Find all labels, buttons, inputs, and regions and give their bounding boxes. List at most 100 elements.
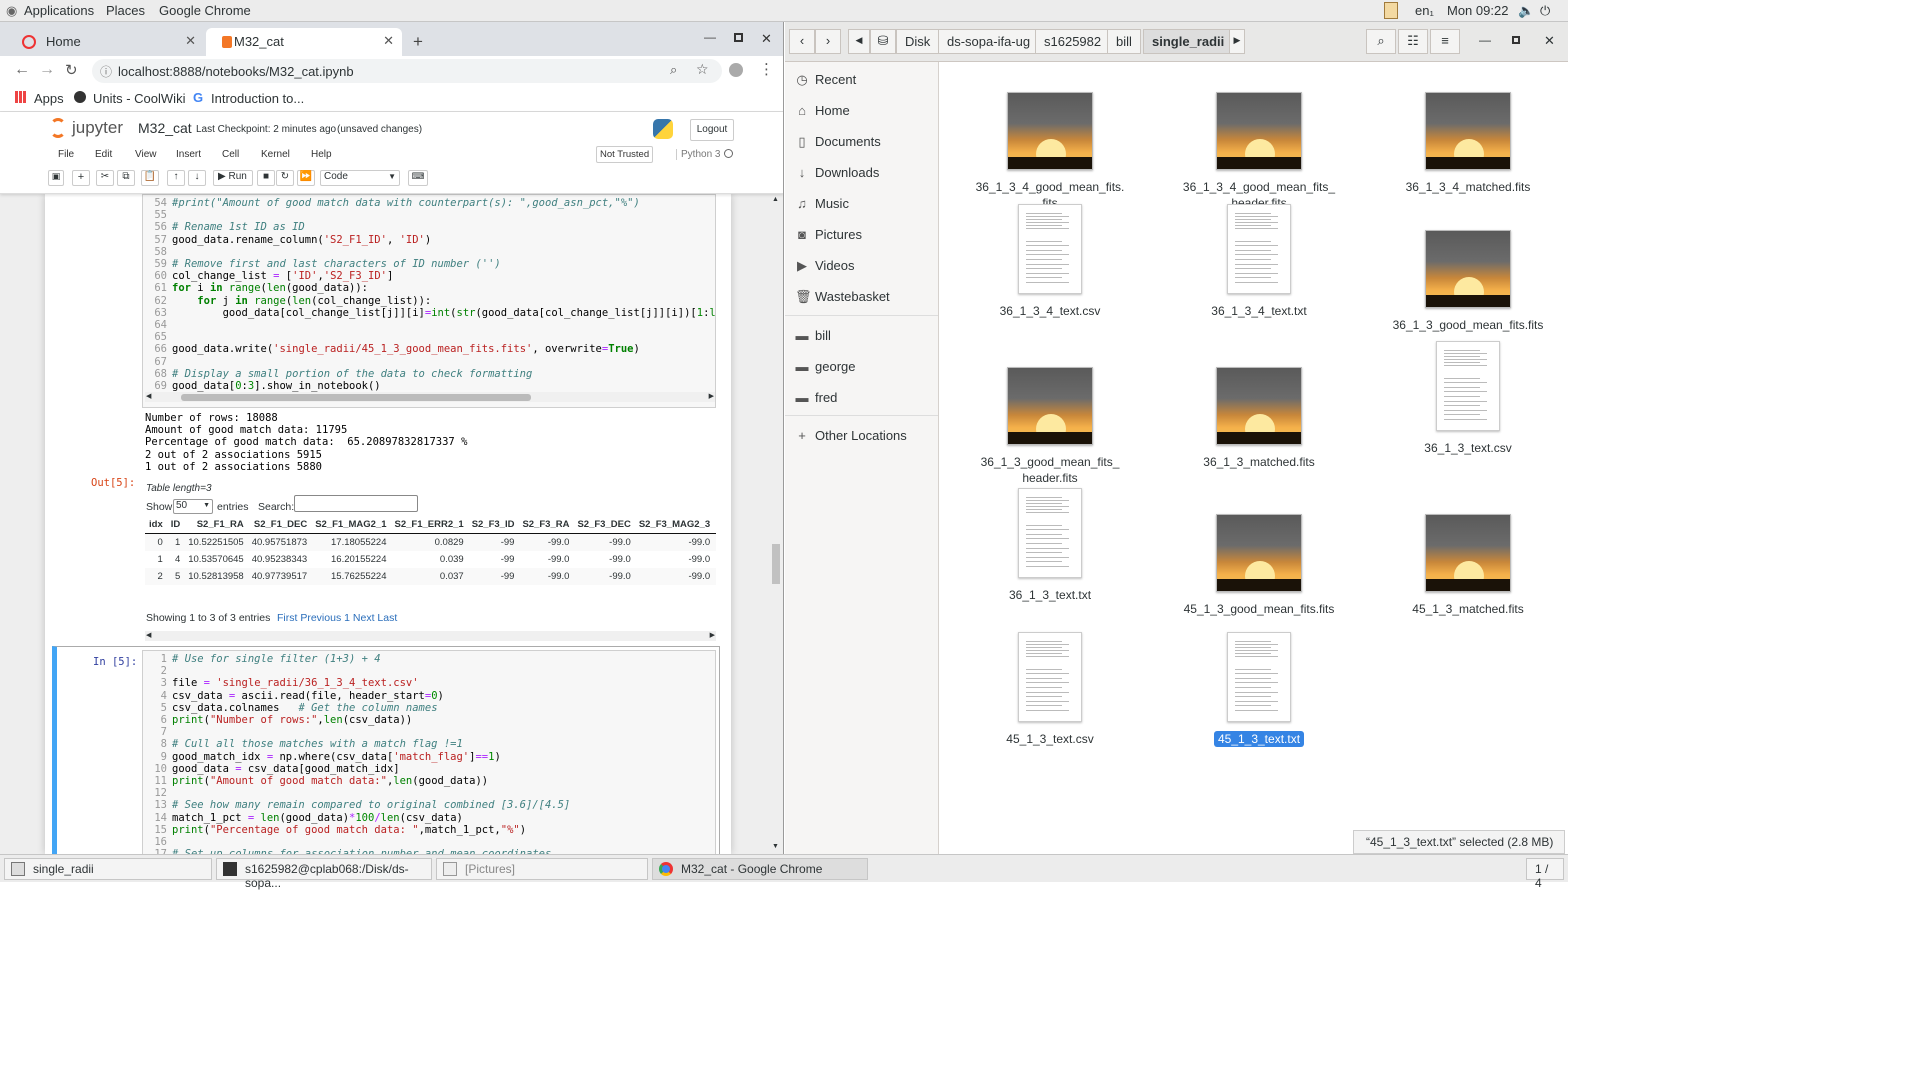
crumb-ds-sopa-ifa-ug[interactable]: ds-sopa-ifa-ug [938, 29, 1040, 54]
activities-icon[interactable]: ◉ [6, 3, 17, 19]
file-item[interactable]: 36_1_3_good_mean_fits_ header.fits [950, 367, 1150, 486]
copy-icon[interactable]: ⧉ [117, 170, 135, 186]
sidebar-item-documents[interactable]: ▯ Documents [795, 134, 880, 154]
forward-icon[interactable]: → [39, 61, 55, 79]
sidebar-item-other-locations[interactable]: + Other Locations [795, 428, 907, 448]
pager-page-1[interactable]: 1 [344, 612, 350, 624]
applications-menu[interactable]: Applications [24, 3, 94, 18]
cut-icon[interactable]: ✂ [96, 170, 114, 186]
move-up-icon[interactable]: ↑ [167, 170, 185, 186]
sidebar-item-wastebasket[interactable]: 🗑 Wastebasket [795, 289, 890, 309]
column-header[interactable]: S2_F1_DEC [247, 516, 312, 534]
file-item[interactable]: 36_1_3_4_good_mean_fits_ header.fits [1159, 92, 1359, 211]
crumb-disk[interactable]: Disk [896, 29, 940, 54]
menu-view[interactable]: View [135, 149, 157, 160]
menu-kebab-icon[interactable]: ⋮ [759, 60, 774, 78]
hamburger-menu-icon[interactable]: ≡ [1430, 29, 1460, 54]
bookmark-apps[interactable]: Apps [34, 91, 64, 106]
column-header[interactable]: idx [145, 516, 167, 534]
tab-home[interactable]: Home ✕ [8, 28, 204, 56]
search-icon[interactable]: ⌕ [1366, 29, 1396, 54]
file-item[interactable]: 45_1_3_good_mean_fits.fits [1159, 514, 1359, 617]
horizontal-scrollbar[interactable]: ◀ ▶ [145, 392, 715, 402]
code-editor-cell-1[interactable]: 54 #print("Amount of good match data with… [142, 194, 716, 408]
file-item[interactable]: 45_1_3_text.csv [950, 632, 1150, 747]
disk-icon[interactable]: ⛁ [870, 29, 896, 54]
sidebar-item-pictures[interactable]: ◙ Pictures [795, 227, 862, 247]
interrupt-icon[interactable]: ■ [257, 170, 275, 186]
save-icon[interactable]: ▣ [48, 170, 64, 186]
tab-m32-cat[interactable]: M32_cat ✕ [206, 28, 402, 56]
restart-run-all-icon[interactable]: ⏩ [297, 170, 315, 186]
column-header[interactable]: S2_F1_ERR2_1 [390, 516, 468, 534]
menu-cell[interactable]: Cell [222, 149, 239, 160]
bookmark-star-icon[interactable]: ☆ [696, 61, 709, 78]
maximize-icon[interactable] [734, 33, 743, 42]
crumb-bill[interactable]: bill [1107, 29, 1141, 54]
workspace-switcher[interactable]: 1 / 4 [1526, 858, 1564, 890]
new-tab-icon[interactable]: + [413, 32, 423, 52]
sidebar-item-music[interactable]: ♫ Music [795, 196, 849, 216]
maximize-icon[interactable] [1512, 36, 1520, 44]
scroll-down-icon[interactable]: ▼ [772, 843, 779, 850]
column-header[interactable]: S2_F3_ [714, 516, 716, 534]
clock[interactable]: Mon 09:22 [1447, 3, 1508, 18]
file-item[interactable]: 36_1_3_4_text.txt [1159, 204, 1359, 319]
pager-next[interactable]: Next [353, 612, 375, 624]
file-item[interactable]: 45_1_3_matched.fits [1368, 514, 1568, 617]
file-item[interactable]: 36_1_3_4_text.csv [950, 204, 1150, 319]
menu-edit[interactable]: Edit [95, 149, 112, 160]
close-tab-icon[interactable]: ✕ [185, 33, 196, 49]
forward-icon[interactable]: › [815, 29, 841, 54]
scrollbar-thumb[interactable] [772, 544, 780, 584]
close-window-icon[interactable]: ✕ [761, 31, 772, 47]
omnibox[interactable]: ⓘ localhost:8888/notebooks/M32_cat.ipynb… [92, 59, 722, 83]
view-toggle-icon[interactable]: ☷ [1398, 29, 1428, 54]
restart-icon[interactable]: ↻ [276, 170, 294, 186]
menu-file[interactable]: File [58, 149, 74, 160]
bookmark-coolwiki[interactable]: Units - CoolWiki [93, 91, 185, 106]
sidebar-item-downloads[interactable]: ↓ Downloads [795, 165, 880, 185]
places-menu[interactable]: Places [106, 3, 145, 18]
scroll-up-icon[interactable]: ▲ [772, 196, 779, 203]
file-item[interactable]: 36_1_3_4_good_mean_fits. fits [950, 92, 1150, 211]
trusted-indicator[interactable]: Not Trusted [596, 146, 654, 163]
power-icon[interactable]: ⏻ [1540, 3, 1550, 19]
menu-insert[interactable]: Insert [176, 149, 201, 160]
task-terminal[interactable]: s1625982@cplab068:/Disk/ds-sopa... [216, 858, 432, 890]
kernel-name[interactable]: Python 3 [676, 149, 720, 160]
sidebar-item-bill[interactable]: ▬ bill [795, 328, 831, 348]
pager-first[interactable]: First [277, 612, 297, 624]
jupyter-logo-icon[interactable] [50, 118, 66, 138]
volume-icon[interactable]: 🔈 [1518, 3, 1534, 19]
scroll-right-icon[interactable]: ▶ [710, 631, 715, 639]
column-header[interactable]: ID [166, 516, 185, 534]
back-icon[interactable]: ‹ [789, 29, 815, 54]
profile-icon[interactable] [729, 63, 743, 77]
cell-type-select[interactable]: Code ▼ [320, 170, 400, 186]
column-header[interactable]: S2_F3_MAG2_3 [634, 516, 715, 534]
minimize-icon[interactable]: — [704, 30, 716, 44]
crumb-single-radii[interactable]: single_radii [1143, 29, 1234, 54]
run-button[interactable]: ▶ Run [213, 170, 253, 186]
pager-last[interactable]: Last [377, 612, 397, 624]
table-horizontal-scrollbar[interactable]: ◀ ▶ [145, 631, 716, 641]
close-tab-icon[interactable]: ✕ [383, 33, 394, 49]
menu-kernel[interactable]: Kernel [261, 149, 290, 160]
insert-cell-icon[interactable]: + [72, 170, 90, 186]
notebook-scrollbar[interactable]: ▲ ▼ [771, 194, 781, 854]
sidebar-item-fred[interactable]: ▬ fred [795, 390, 838, 410]
clipboard-icon[interactable] [1384, 2, 1398, 19]
bookmark-introduction[interactable]: Introduction to... [211, 91, 304, 106]
minimize-icon[interactable]: — [1479, 33, 1491, 47]
task-pictures[interactable]: [Pictures] [436, 858, 648, 880]
column-header[interactable]: S2_F1_RA [184, 516, 248, 534]
back-icon[interactable]: ← [14, 61, 30, 79]
column-header[interactable]: S2_F3_RA [518, 516, 574, 534]
file-item[interactable]: 36_1_3_matched.fits [1159, 367, 1359, 470]
apps-grid-icon[interactable] [15, 91, 27, 103]
sidebar-item-videos[interactable]: ▶ Videos [795, 258, 855, 278]
crumb-s1625982[interactable]: s1625982 [1035, 29, 1111, 54]
zoom-icon[interactable]: ⌕ [670, 62, 677, 78]
jupyter-wordmark[interactable]: jupyter [72, 118, 123, 138]
